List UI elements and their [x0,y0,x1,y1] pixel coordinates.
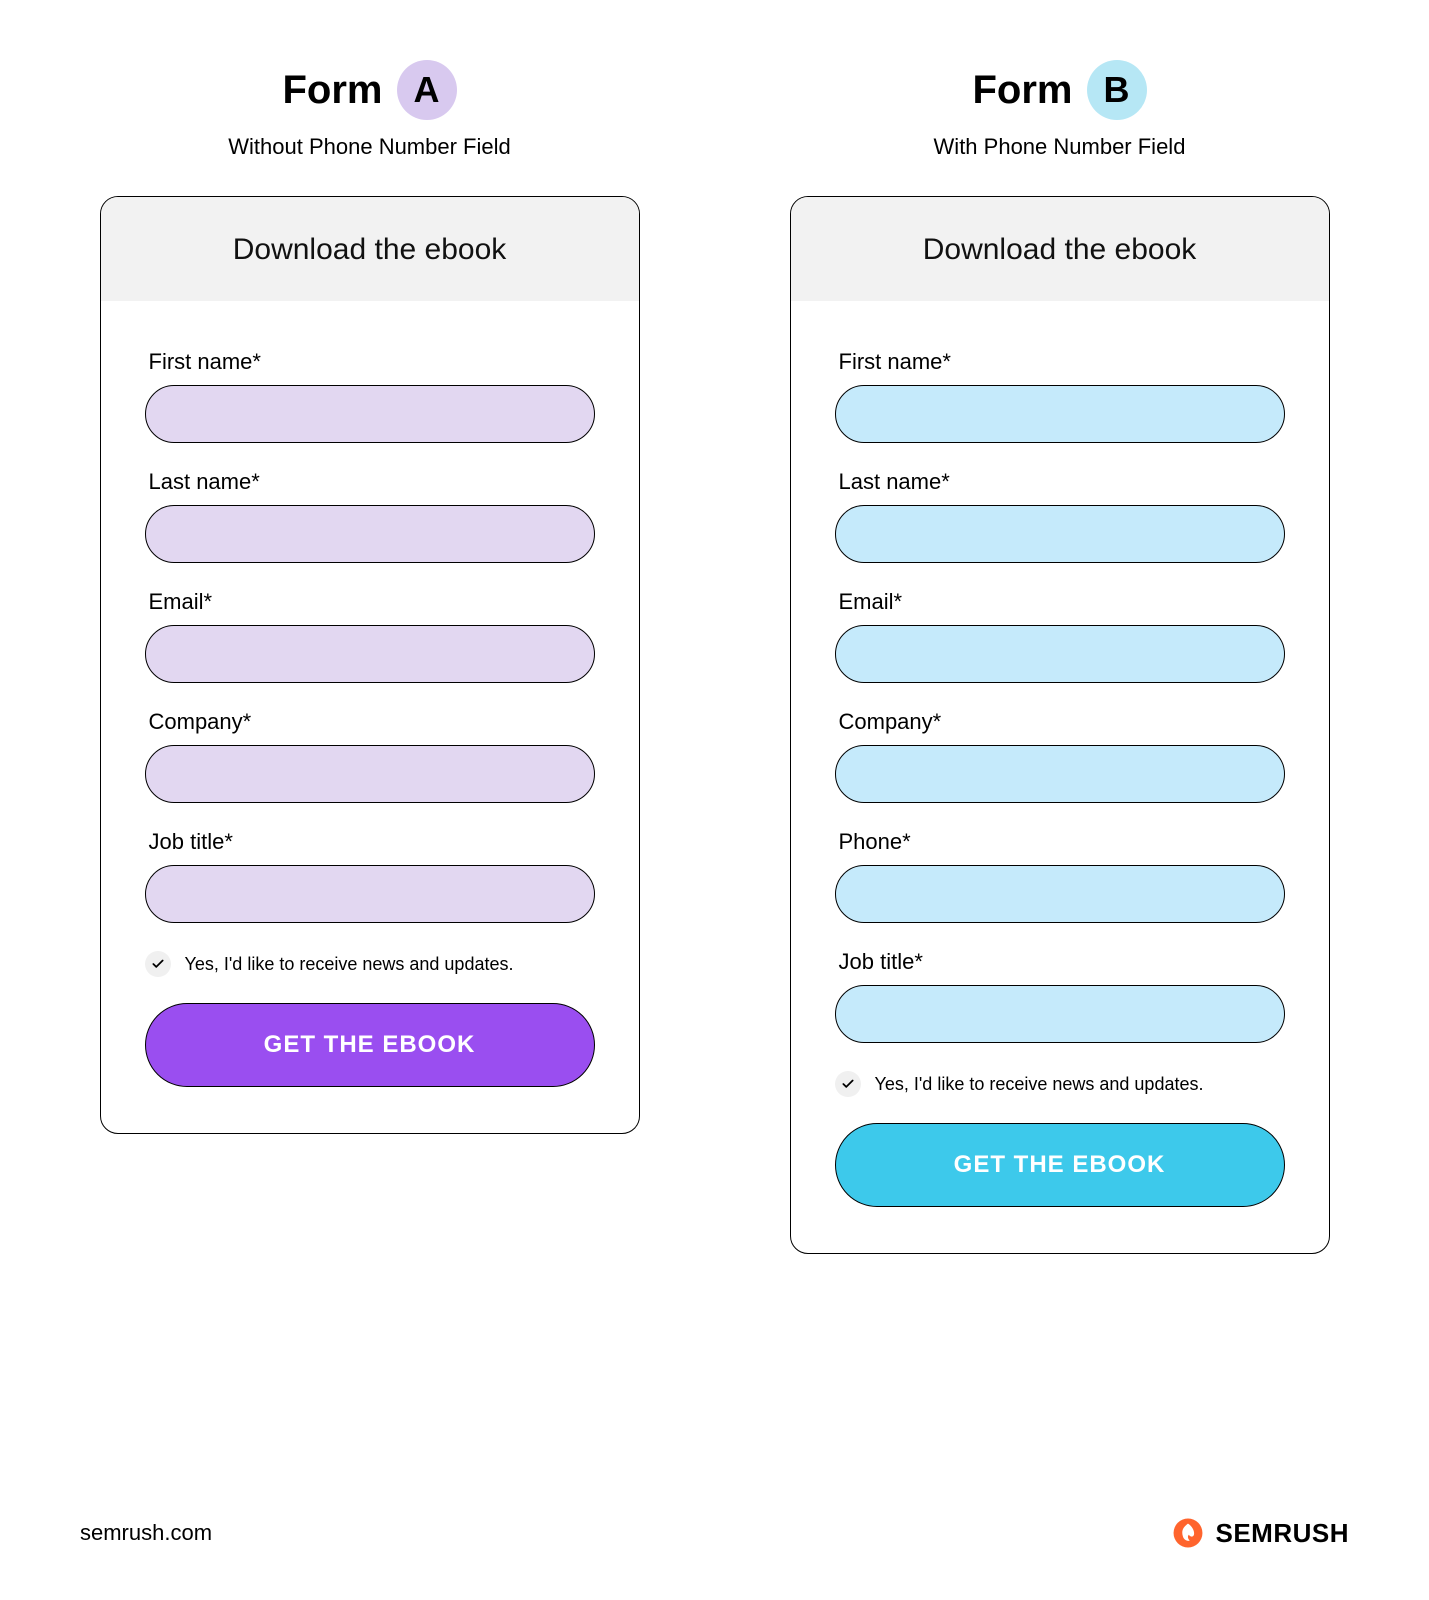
form-b-card-header: Download the ebook [791,197,1329,301]
form-a-card: Download the ebook First name* Last name… [100,196,640,1134]
check-icon [151,957,165,971]
job-title-label: Job title* [145,829,595,855]
company-input[interactable] [145,745,595,803]
form-b-title: Form B [973,60,1147,120]
form-a-badge: A [397,60,457,120]
form-a-header-text: Download the ebook [233,233,507,266]
email-label: Email* [835,589,1285,615]
first-name-input[interactable] [145,385,595,443]
brand-logo: SEMRUSH [1171,1516,1349,1550]
last-name-input[interactable] [145,505,595,563]
form-a-title: Form A [283,60,457,120]
form-b-field-job-title: Job title* [835,949,1285,1043]
job-title-input[interactable] [835,985,1285,1043]
form-b-card: Download the ebook First name* Last name… [790,196,1330,1254]
form-b-header-text: Download the ebook [923,233,1197,266]
form-b-field-last-name: Last name* [835,469,1285,563]
form-b-field-email: Email* [835,589,1285,683]
consent-checkbox[interactable] [835,1071,861,1097]
phone-input[interactable] [835,865,1285,923]
company-label: Company* [835,709,1285,735]
form-b-subtitle: With Phone Number Field [934,134,1186,160]
form-a-label-prefix: Form [283,68,383,113]
form-a-field-last-name: Last name* [145,469,595,563]
form-b-label-prefix: Form [973,68,1073,113]
semrush-flame-icon [1171,1516,1205,1550]
form-a-field-email: Email* [145,589,595,683]
form-b-badge: B [1087,60,1147,120]
company-input[interactable] [835,745,1285,803]
first-name-label: First name* [145,349,595,375]
form-a-subtitle: Without Phone Number Field [228,134,510,160]
phone-label: Phone* [835,829,1285,855]
form-a-field-company: Company* [145,709,595,803]
check-icon [841,1077,855,1091]
form-a-column: Form A Without Phone Number Field Downlo… [100,60,640,1254]
form-b-field-phone: Phone* [835,829,1285,923]
email-input[interactable] [145,625,595,683]
last-name-label: Last name* [145,469,595,495]
form-b-field-first-name: First name* [835,349,1285,443]
footer: semrush.com SEMRUSH [80,1516,1349,1550]
first-name-label: First name* [835,349,1285,375]
form-a-card-header: Download the ebook [101,197,639,301]
brand-name: SEMRUSH [1215,1518,1349,1549]
last-name-input[interactable] [835,505,1285,563]
email-label: Email* [145,589,595,615]
consent-text: Yes, I'd like to receive news and update… [875,1074,1204,1095]
first-name-input[interactable] [835,385,1285,443]
get-ebook-button[interactable]: GET THE EBOOK [835,1123,1285,1207]
job-title-label: Job title* [835,949,1285,975]
form-b-card-body: First name* Last name* Email* Company* P… [791,301,1329,1253]
form-a-field-first-name: First name* [145,349,595,443]
company-label: Company* [145,709,595,735]
form-a-card-body: First name* Last name* Email* Company* J… [101,301,639,1133]
form-b-field-company: Company* [835,709,1285,803]
form-a-consent-row: Yes, I'd like to receive news and update… [145,951,595,977]
job-title-input[interactable] [145,865,595,923]
form-b-consent-row: Yes, I'd like to receive news and update… [835,1071,1285,1097]
email-input[interactable] [835,625,1285,683]
form-b-column: Form B With Phone Number Field Download … [790,60,1330,1254]
get-ebook-button[interactable]: GET THE EBOOK [145,1003,595,1087]
consent-checkbox[interactable] [145,951,171,977]
footer-url: semrush.com [80,1520,212,1546]
last-name-label: Last name* [835,469,1285,495]
consent-text: Yes, I'd like to receive news and update… [185,954,514,975]
form-a-field-job-title: Job title* [145,829,595,923]
